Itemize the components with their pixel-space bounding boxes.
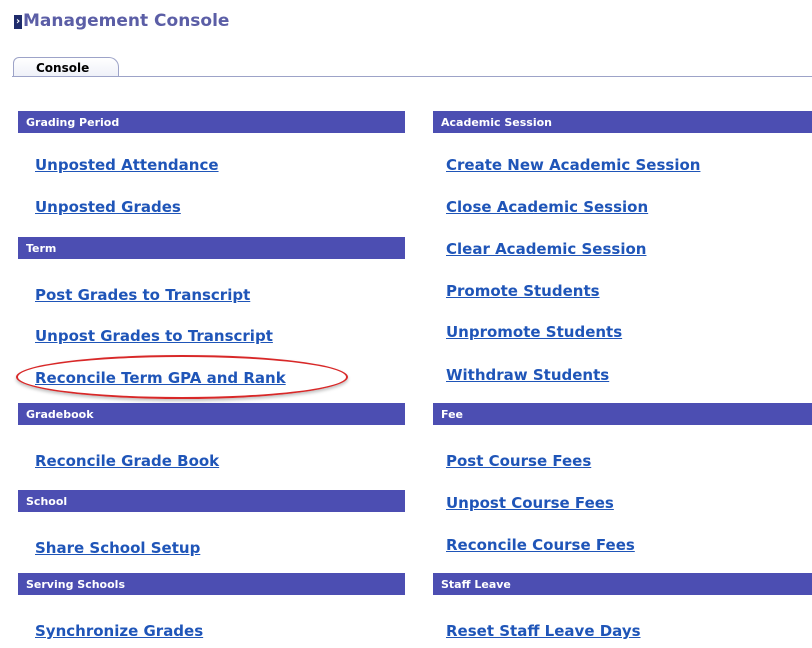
- section-header-gradebook: Gradebook: [18, 403, 405, 425]
- tab-divider: [12, 76, 812, 77]
- tab-console[interactable]: Console: [13, 57, 119, 77]
- section-header-term: Term: [18, 237, 405, 259]
- section-header-staff-leave: Staff Leave: [433, 573, 812, 595]
- section-header-academic-session: Academic Session: [433, 111, 812, 133]
- link-clear-academic-session[interactable]: Clear Academic Session: [446, 240, 646, 258]
- section-header-serving-schools: Serving Schools: [18, 573, 405, 595]
- link-unposted-attendance[interactable]: Unposted Attendance: [35, 156, 219, 174]
- link-synchronize-grades[interactable]: Synchronize Grades: [35, 622, 203, 640]
- link-unpost-course-fees[interactable]: Unpost Course Fees: [446, 494, 614, 512]
- link-unpost-grades-to-transcript[interactable]: Unpost Grades to Transcript: [35, 327, 273, 345]
- link-close-academic-session[interactable]: Close Academic Session: [446, 198, 648, 216]
- chevron-right-icon: ›: [14, 15, 22, 29]
- link-unpromote-students[interactable]: Unpromote Students: [446, 323, 622, 341]
- section-header-grading-period: Grading Period: [18, 111, 405, 133]
- link-post-course-fees[interactable]: Post Course Fees: [446, 452, 591, 470]
- link-reconcile-term-gpa-and-rank[interactable]: Reconcile Term GPA and Rank: [35, 369, 286, 387]
- link-promote-students[interactable]: Promote Students: [446, 282, 600, 300]
- link-post-grades-to-transcript[interactable]: Post Grades to Transcript: [35, 286, 250, 304]
- link-share-school-setup[interactable]: Share School Setup: [35, 539, 200, 557]
- link-create-new-academic-session[interactable]: Create New Academic Session: [446, 156, 700, 174]
- section-header-school: School: [18, 490, 405, 512]
- link-reconcile-course-fees[interactable]: Reconcile Course Fees: [446, 536, 635, 554]
- section-header-fee: Fee: [433, 403, 812, 425]
- link-unposted-grades[interactable]: Unposted Grades: [35, 198, 181, 216]
- link-withdraw-students[interactable]: Withdraw Students: [446, 366, 609, 384]
- link-reconcile-grade-book[interactable]: Reconcile Grade Book: [35, 452, 219, 470]
- page-title: › Management Console: [14, 11, 230, 31]
- link-reset-staff-leave-days[interactable]: Reset Staff Leave Days: [446, 622, 641, 640]
